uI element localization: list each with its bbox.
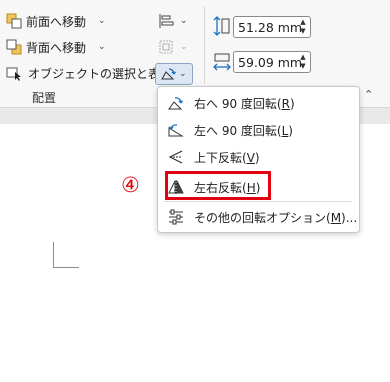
align-icon: [158, 13, 174, 29]
selection-pane-button[interactable]: オブジェクトの選択と表示: [6, 63, 172, 83]
menu-item-label: 左へ 90 度回転(L): [194, 123, 293, 138]
menu-item-label: その他の回転オプション(M)...: [194, 210, 358, 225]
group-separator: [204, 6, 205, 84]
bring-forward-button[interactable]: 前面へ移動 ⌄: [6, 11, 106, 31]
rotate-left-90-item[interactable]: 左へ 90 度回転(L): [158, 117, 359, 143]
flip-vertical-icon: [158, 149, 194, 165]
menu-item-label: 右へ 90 度回転(R): [194, 96, 295, 111]
group-icon: [158, 39, 174, 55]
menu-separator: [164, 201, 352, 202]
shape-height-icon: [213, 15, 231, 37]
spin-down-icon[interactable]: ▼: [300, 27, 305, 36]
height-spinner[interactable]: ▲ ▼: [298, 18, 308, 36]
shape-width-field[interactable]: 59.09 mm ▲ ▼: [233, 51, 311, 73]
chevron-down-icon: ⌄: [179, 69, 187, 79]
more-rotation-options-item[interactable]: その他の回転オプション(M)...: [158, 204, 359, 230]
chevron-down-icon: ⌄: [98, 16, 106, 26]
chevron-up-icon[interactable]: ⌃: [364, 88, 373, 101]
shape-height-field[interactable]: 51.28 mm ▲ ▼: [233, 16, 311, 38]
spin-down-icon[interactable]: ▼: [300, 62, 305, 71]
rotation-options-icon: [158, 209, 194, 225]
chevron-down-icon: ⌄: [98, 42, 106, 52]
spin-up-icon[interactable]: ▲: [300, 53, 305, 62]
rotate-right-90-item[interactable]: 右へ 90 度回転(R): [158, 90, 359, 116]
rotate-dropdown-menu: 右へ 90 度回転(R) 左へ 90 度回転(L) 上下反転(V) 左右反転(H…: [157, 86, 360, 233]
selection-pane-icon: [6, 65, 24, 81]
flip-vertical-item[interactable]: 上下反転(V): [158, 144, 359, 170]
send-backward-icon: [6, 39, 22, 55]
step-number-annotation: ④: [121, 173, 140, 197]
group-button[interactable]: ⌄: [158, 37, 188, 57]
menu-item-label: 上下反転(V): [194, 150, 260, 165]
page-margin-marker: [53, 242, 79, 268]
rotate-button[interactable]: ⌄: [155, 63, 193, 85]
chevron-down-icon: ⌄: [180, 16, 188, 26]
send-backward-button[interactable]: 背面へ移動 ⌄: [6, 37, 106, 57]
shape-width-icon: [213, 52, 231, 72]
width-spinner[interactable]: ▲ ▼: [298, 53, 308, 71]
selection-pane-label: オブジェクトの選択と表示: [28, 66, 173, 81]
shape-height-value: 51.28 mm: [238, 19, 303, 35]
rotate-icon: [160, 66, 176, 82]
arrange-group-label: 配置: [32, 91, 57, 105]
align-button[interactable]: ⌄: [158, 11, 188, 31]
send-backward-label: 背面へ移動: [26, 40, 87, 55]
bring-forward-label: 前面へ移動: [26, 14, 87, 29]
rotate-left-icon: [158, 122, 194, 138]
rotate-right-icon: [158, 95, 194, 111]
bring-forward-icon: [6, 13, 22, 29]
spin-up-icon[interactable]: ▲: [300, 18, 305, 27]
highlight-box: [165, 171, 271, 200]
chevron-down-icon: ⌄: [180, 42, 188, 52]
shape-width-value: 59.09 mm: [238, 54, 303, 70]
